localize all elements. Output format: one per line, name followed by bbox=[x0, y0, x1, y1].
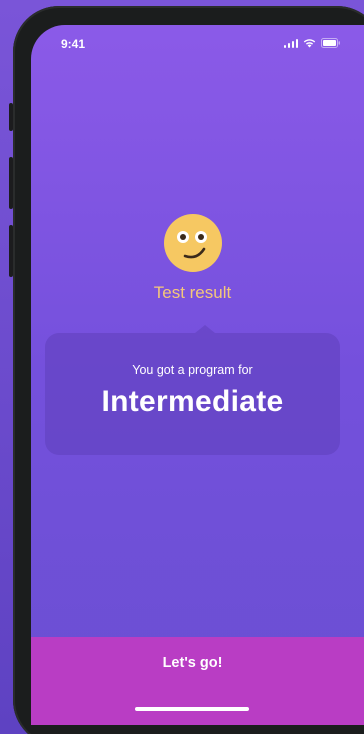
status-bar: 9:41 bbox=[31, 25, 364, 67]
home-indicator[interactable] bbox=[135, 707, 249, 711]
result-card: You got a program for Intermediate bbox=[45, 325, 340, 455]
signal-icon bbox=[283, 39, 298, 48]
test-result-label: Test result bbox=[153, 283, 232, 302]
lets-go-button[interactable]: Let's go! bbox=[31, 637, 364, 725]
page: 9:41 Test result You got a program for I… bbox=[0, 0, 364, 734]
wifi-icon bbox=[303, 38, 316, 48]
status-icons bbox=[283, 38, 342, 48]
result-level: Intermediate bbox=[101, 385, 284, 418]
app-screen: 9:41 Test result You got a program for I… bbox=[31, 25, 364, 725]
card-pointer bbox=[195, 325, 215, 333]
battery-icon bbox=[321, 38, 341, 48]
result-subtitle: You got a program for bbox=[132, 363, 253, 377]
smiley-face-icon bbox=[163, 213, 223, 273]
status-time: 9:41 bbox=[61, 37, 86, 51]
lets-go-label: Let's go! bbox=[162, 655, 223, 671]
